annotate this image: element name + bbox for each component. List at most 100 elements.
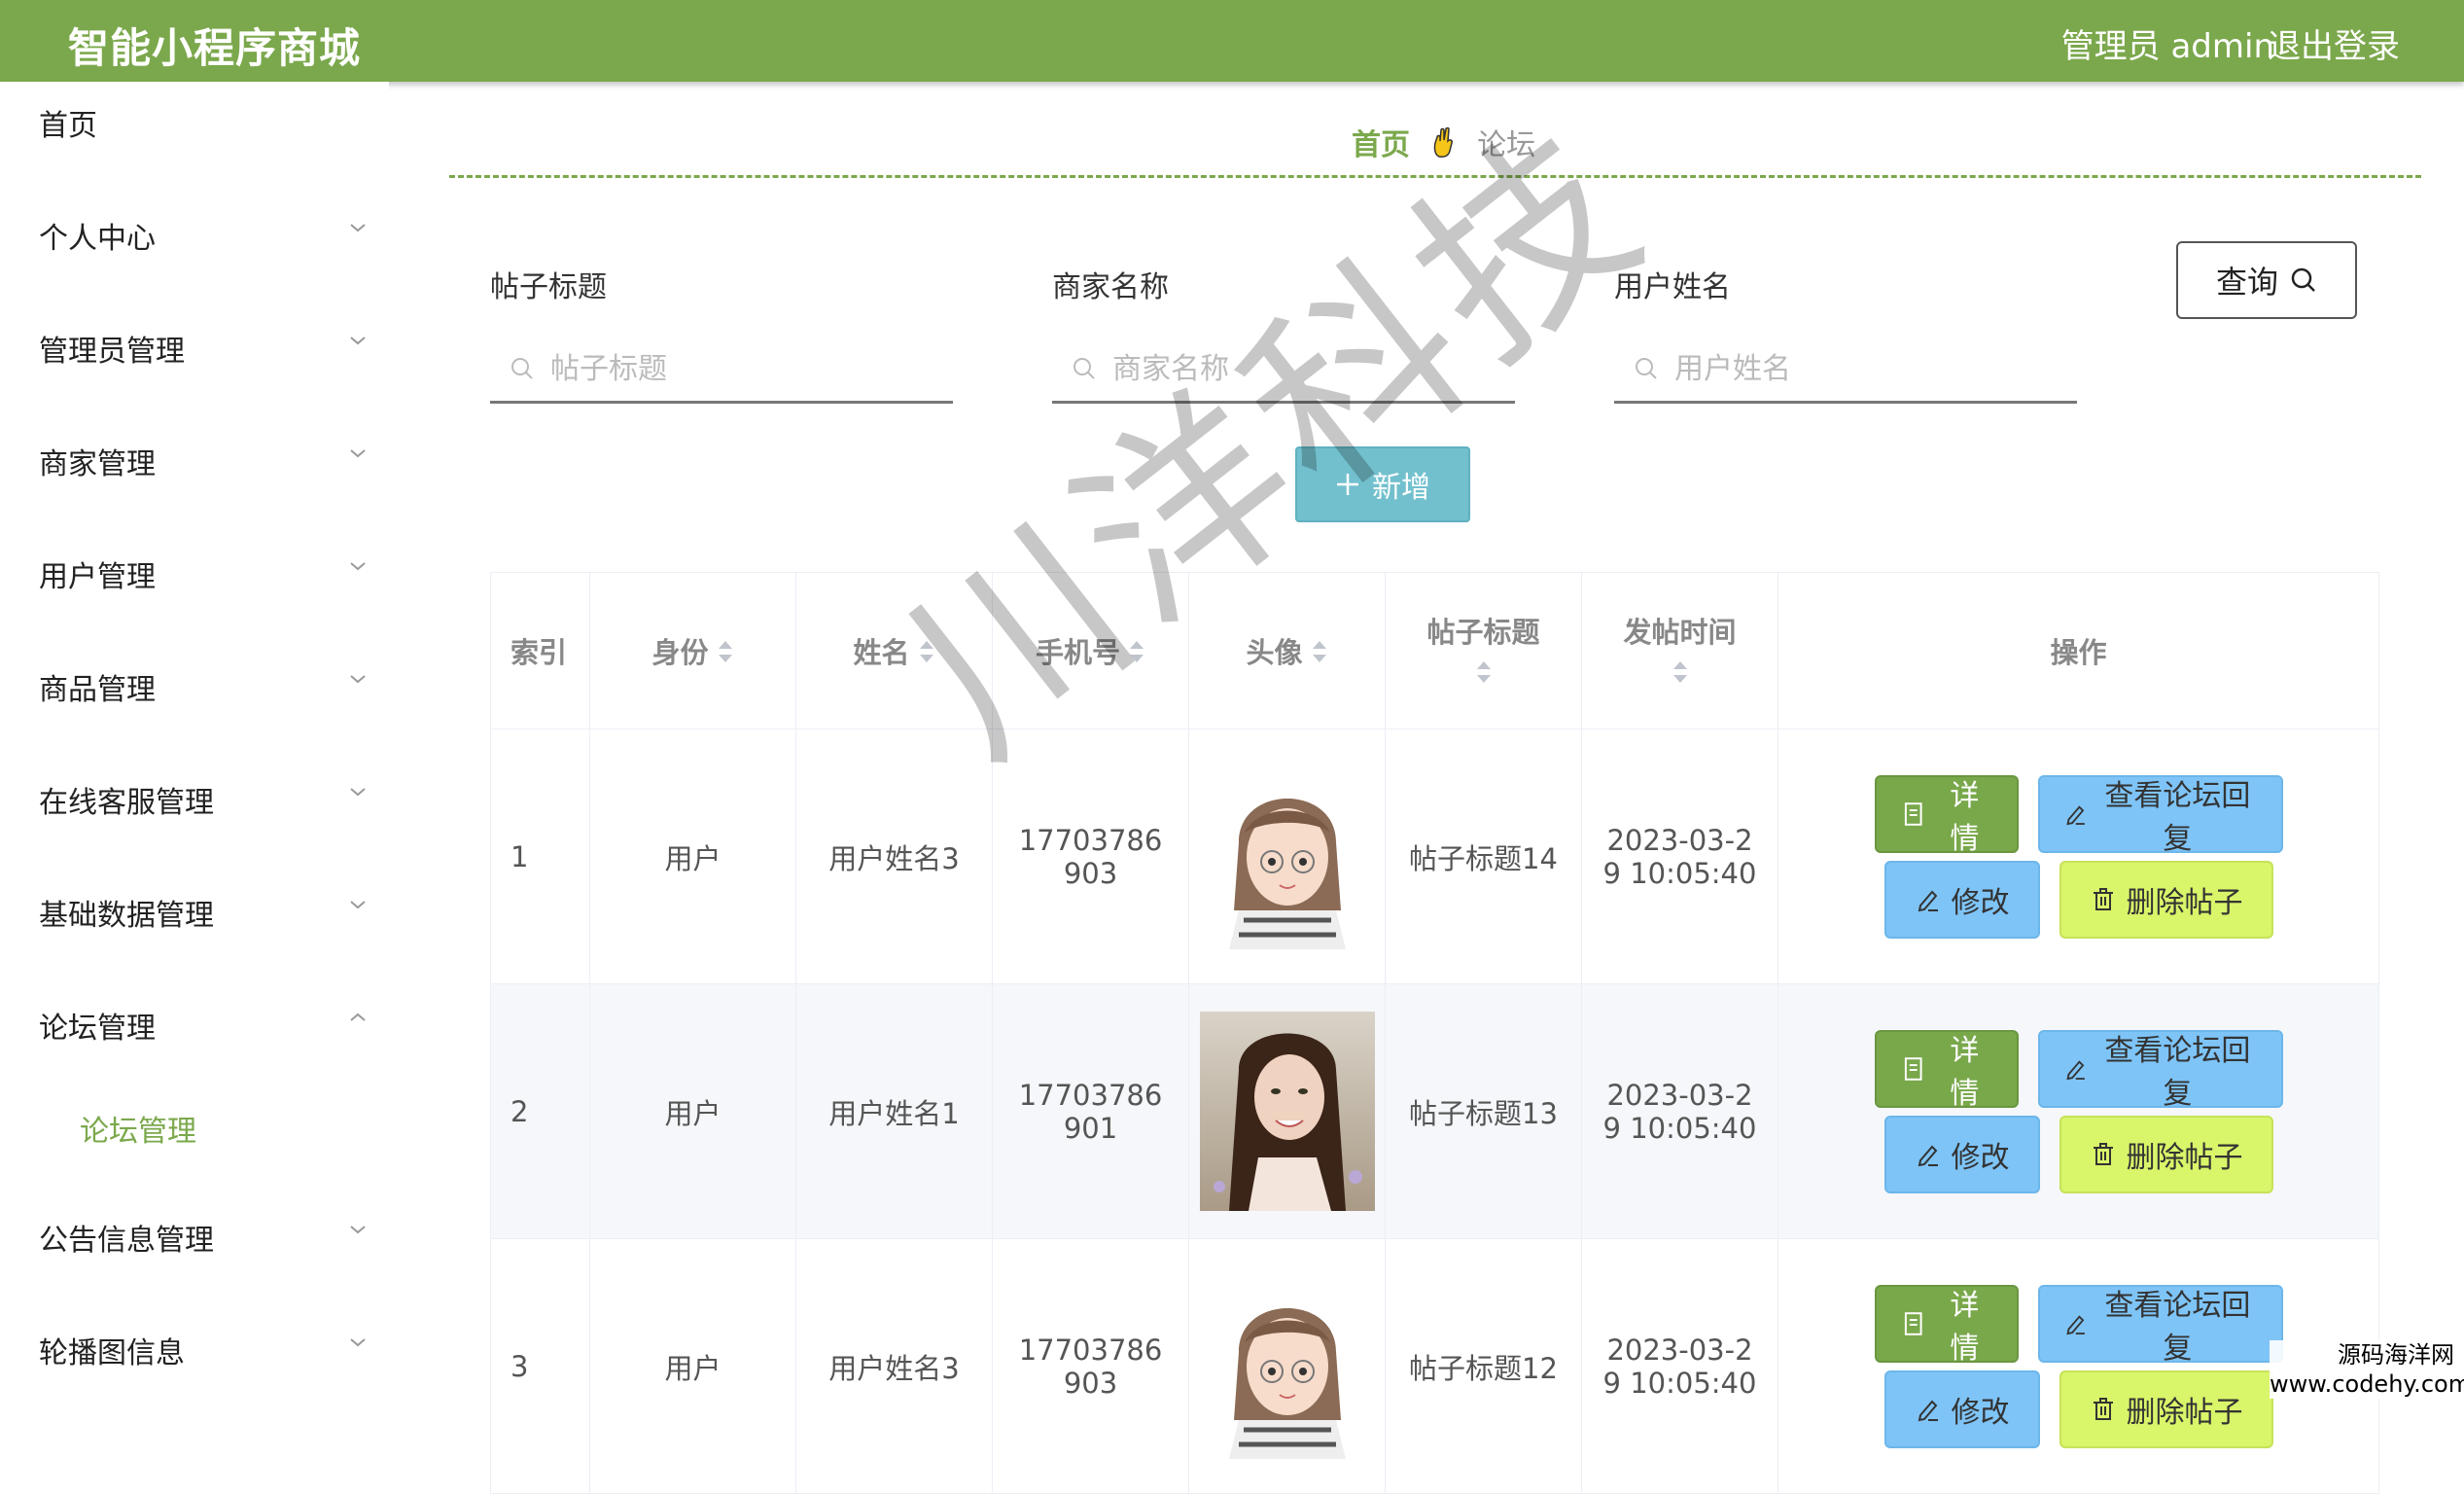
cell-avatar — [1188, 983, 1386, 1239]
edit-button[interactable]: 修改 — [1883, 860, 2040, 939]
header-post-time[interactable]: 发帖时间 — [1581, 572, 1778, 729]
breadcrumb-divider — [449, 175, 2421, 178]
delete-button[interactable]: 删除帖子 — [2059, 1370, 2273, 1448]
cell-name: 用户姓名1 — [795, 983, 993, 1239]
sidebar-item-product-manage[interactable]: 商品管理 — [39, 665, 156, 708]
table-row: 3 用户 用户姓名3 17703786903 帖子标题12 2023-03-29… — [490, 1238, 2379, 1494]
post-title-field — [490, 335, 953, 404]
trash-icon — [2093, 1397, 2113, 1420]
cell-actions: 详情 查看论坛回复 修改 删除帖子 — [1778, 983, 2379, 1239]
sidebar-item-merchant-manage[interactable]: 商家管理 — [39, 440, 156, 482]
chevron-down-icon — [348, 669, 368, 689]
sidebar-item-notice-manage[interactable]: 公告信息管理 — [39, 1216, 214, 1259]
avatar — [1209, 1273, 1365, 1459]
chevron-down-icon — [348, 895, 368, 914]
header-actions: 操作 — [1778, 572, 2379, 729]
query-button[interactable]: 查询 — [2176, 241, 2357, 319]
header-avatar[interactable]: 头像 — [1188, 572, 1386, 729]
top-bar: 智能小程序商城 管理员 admin 退出登录 — [0, 0, 2464, 82]
chevron-down-icon — [348, 782, 368, 801]
edit-icon — [1918, 1145, 1938, 1166]
cell-name: 用户姓名3 — [795, 729, 993, 984]
edit-button[interactable]: 修改 — [1883, 1115, 2040, 1193]
cell-post-title: 帖子标题12 — [1385, 1238, 1582, 1494]
sidebar-item-personal-center[interactable]: 个人中心 — [39, 214, 156, 257]
table-header-row: 索引 身份 姓名 手机号 头像 帖子标题 发帖时间 操作 — [490, 572, 2379, 729]
chevron-down-icon — [348, 444, 368, 463]
user-name-label: 用户姓名 — [1614, 270, 1731, 304]
chevron-down-icon — [348, 331, 368, 350]
sidebar-item-online-service[interactable]: 在线客服管理 — [39, 778, 214, 821]
sort-icon[interactable] — [918, 638, 935, 671]
cell-phone: 17703786903 — [992, 1238, 1189, 1494]
post-title-label: 帖子标题 — [490, 270, 607, 304]
delete-button[interactable]: 删除帖子 — [2059, 860, 2273, 939]
trash-icon — [2093, 1142, 2113, 1165]
sidebar: 首页 个人中心 管理员管理 商家管理 用户管理 商品管理 在线客服管理 基础数据… — [0, 82, 389, 1401]
post-title-input[interactable] — [548, 342, 941, 395]
sidebar-item-carousel[interactable]: 轮播图信息 — [39, 1329, 185, 1371]
sort-icon[interactable] — [1311, 638, 1328, 671]
edit-icon — [2066, 1059, 2085, 1080]
chevron-down-icon — [348, 1333, 368, 1352]
forum-table: 索引 身份 姓名 手机号 头像 帖子标题 发帖时间 操作 1 用户 用户姓名3 … — [490, 572, 2379, 1494]
admin-label: 管理员 admin — [2060, 27, 2274, 66]
cell-post-title: 帖子标题14 — [1385, 729, 1582, 984]
header-name[interactable]: 姓名 — [795, 572, 993, 729]
sidebar-item-user-manage[interactable]: 用户管理 — [39, 552, 156, 595]
logout-link[interactable]: 退出登录 — [2268, 19, 2400, 67]
delete-button[interactable]: 删除帖子 — [2059, 1115, 2273, 1193]
header-phone[interactable]: 手机号 — [992, 572, 1189, 729]
cell-identity: 用户 — [589, 729, 796, 984]
search-icon — [511, 358, 533, 379]
sort-icon[interactable] — [717, 638, 734, 671]
cell-phone: 17703786903 — [992, 729, 1189, 984]
sidebar-item-admin-manage[interactable]: 管理员管理 — [39, 327, 185, 370]
view-replies-button[interactable]: 查看论坛回复 — [2037, 774, 2283, 856]
cell-post-title: 帖子标题13 — [1385, 983, 1582, 1239]
sidebar-item-home[interactable]: 首页 — [39, 101, 97, 144]
user-name-input[interactable] — [1672, 342, 2065, 395]
cell-index: 3 — [490, 1238, 590, 1494]
edit-icon — [2066, 1314, 2085, 1334]
document-icon — [1904, 1311, 1922, 1335]
header-index: 索引 — [490, 572, 590, 729]
sort-icon[interactable] — [1128, 638, 1145, 671]
user-name-field — [1614, 335, 2077, 404]
corner-watermark: 源码海洋网 www.codehy.com — [2270, 1340, 2464, 1399]
detail-button[interactable]: 详情 — [1874, 774, 2019, 856]
table-row: 2 用户 用户姓名1 17703786901 帖子标题13 2023-03-29… — [490, 983, 2379, 1239]
header-post-title[interactable]: 帖子标题 — [1385, 572, 1582, 729]
sidebar-subitem-forum-manage[interactable]: 论坛管理 — [80, 1107, 196, 1150]
breadcrumb-home[interactable]: 首页 — [1352, 128, 1410, 162]
cell-index: 1 — [490, 729, 590, 984]
header-identity[interactable]: 身份 — [589, 572, 796, 729]
chevron-down-icon — [348, 1220, 368, 1239]
plus-icon — [1337, 474, 1358, 495]
cell-phone: 17703786901 — [992, 983, 1189, 1239]
add-button[interactable]: 新增 — [1295, 446, 1470, 522]
detail-button[interactable]: 详情 — [1874, 1284, 2019, 1366]
cell-avatar — [1188, 1238, 1386, 1494]
sidebar-item-forum-manage[interactable]: 论坛管理 — [39, 1004, 156, 1047]
sort-icon[interactable] — [1672, 658, 1689, 692]
query-button-label: 查询 — [2215, 264, 2278, 301]
avatar — [1209, 764, 1365, 949]
sort-icon[interactable] — [1475, 658, 1493, 692]
detail-button[interactable]: 详情 — [1874, 1029, 2019, 1111]
cell-post-time: 2023-03-29 10:05:40 — [1581, 983, 1778, 1239]
merchant-name-input[interactable] — [1110, 342, 1503, 395]
search-icon — [2291, 267, 2315, 292]
merchant-name-label: 商家名称 — [1052, 270, 1169, 304]
chevron-down-icon — [348, 556, 368, 576]
document-icon — [1904, 1056, 1922, 1081]
view-replies-button[interactable]: 查看论坛回复 — [2037, 1029, 2283, 1111]
edit-icon — [2066, 804, 2085, 825]
cell-post-time: 2023-03-29 10:05:40 — [1581, 729, 1778, 984]
edit-button[interactable]: 修改 — [1883, 1370, 2040, 1448]
view-replies-button[interactable]: 查看论坛回复 — [2037, 1284, 2283, 1366]
cell-identity: 用户 — [589, 1238, 796, 1494]
add-button-label: 新增 — [1372, 471, 1430, 505]
sidebar-item-base-data[interactable]: 基础数据管理 — [39, 891, 214, 934]
edit-icon — [1918, 890, 1938, 911]
